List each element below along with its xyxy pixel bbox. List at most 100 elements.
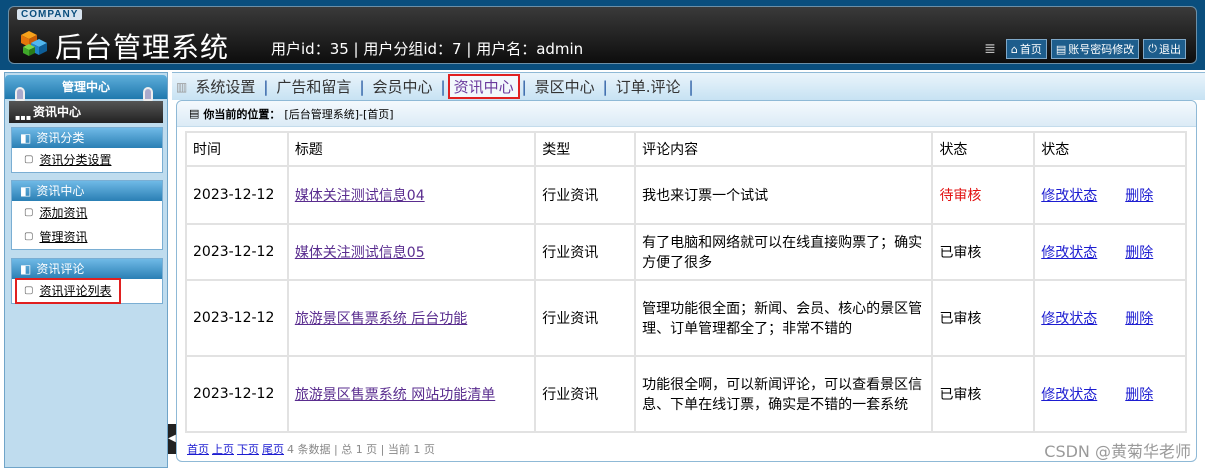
header-bar: COMPANY 后台管理系统 用户id：35 | 用户分组id：7 | 用户名：… bbox=[8, 6, 1197, 64]
edit-status-link[interactable]: 修改状态 bbox=[1041, 245, 1097, 261]
title-link[interactable]: 旅游景区售票系统 后台功能 bbox=[295, 311, 467, 327]
app-header: COMPANY 后台管理系统 用户id：35 | 用户分组id：7 | 用户名：… bbox=[0, 0, 1205, 70]
group-head[interactable]: ◧ 资讯分类 bbox=[12, 128, 162, 148]
grid-icon: ▪▪▪ bbox=[15, 113, 32, 122]
pager: 首页 上页 下页 尾页 4 条数据 | 总 1 页 | 当前 1 页 bbox=[187, 441, 435, 457]
breadcrumb: ▤ 你当前的位置： [后台管理系统]-[首页] bbox=[177, 101, 1196, 127]
tab-news-center[interactable]: 资讯中心 bbox=[447, 74, 520, 99]
cell-actions: 修改状态 删除 bbox=[1035, 281, 1185, 355]
edit-status-link[interactable]: 修改状态 bbox=[1041, 188, 1097, 204]
panel-icon: ◧ bbox=[20, 184, 32, 198]
tab-system-settings[interactable]: 系统设置 bbox=[187, 76, 263, 97]
doc-icon: ▢ bbox=[24, 154, 34, 165]
title-link[interactable]: 旅游景区售票系统 网站功能清单 bbox=[295, 387, 495, 403]
edit-status-link[interactable]: 修改状态 bbox=[1041, 387, 1097, 403]
pager-next[interactable]: 下页 bbox=[237, 441, 259, 457]
doc-icon: ▢ bbox=[24, 285, 34, 296]
nav-separator: | bbox=[440, 77, 446, 96]
doc-icon: ▢ bbox=[24, 231, 34, 242]
pager-last[interactable]: 尾页 bbox=[262, 441, 284, 457]
home-button[interactable]: ⌂ 首页 bbox=[1005, 39, 1047, 59]
delete-link[interactable]: 删除 bbox=[1125, 311, 1153, 327]
pager-first[interactable]: 首页 bbox=[187, 441, 209, 457]
logout-button[interactable]: ⏻ 退出 bbox=[1143, 39, 1186, 59]
table-row: 2023-12-12 旅游景区售票系统 后台功能 行业资讯 管理功能很全面；新闻… bbox=[187, 281, 1185, 355]
main-panel: ▤ 你当前的位置： [后台管理系统]-[首页] 时间 标题 类型 评论内容 状态… bbox=[176, 100, 1197, 462]
cell-time: 2023-12-12 bbox=[187, 357, 287, 431]
menu-icon[interactable]: ≣ bbox=[984, 41, 996, 57]
tab-members[interactable]: 会员中心 bbox=[365, 76, 441, 97]
sidebar-current-section[interactable]: ▪▪▪ 资讯中心 bbox=[9, 101, 163, 123]
cell-comment: 我也来订票一个试试 bbox=[636, 167, 932, 223]
pager-prev[interactable]: 上页 bbox=[212, 441, 234, 457]
sidebar-item-comment-list[interactable]: ▢ 资讯评论列表 bbox=[15, 278, 121, 304]
edit-status-link[interactable]: 修改状态 bbox=[1041, 311, 1097, 327]
tab-ads-messages[interactable]: 广告和留言 bbox=[268, 76, 359, 97]
cell-status: 待审核 bbox=[933, 167, 1034, 223]
panel-icon: ◧ bbox=[20, 262, 32, 276]
cell-comment: 功能很全啊，可以新闻评论，可以查看景区信息、下单在线订票，确实是不错的一套系统 bbox=[636, 357, 932, 431]
group-head[interactable]: ◧ 资讯评论 bbox=[12, 259, 162, 279]
watermark: CSDN @黄菊华老师 bbox=[1044, 442, 1191, 461]
delete-link[interactable]: 删除 bbox=[1125, 245, 1153, 261]
cell-time: 2023-12-12 bbox=[187, 281, 287, 355]
tab-scenic-center[interactable]: 景区中心 bbox=[527, 76, 603, 97]
cell-time: 2023-12-12 bbox=[187, 225, 287, 279]
pin-icon bbox=[143, 87, 153, 101]
header-comment: 评论内容 bbox=[636, 133, 932, 165]
title-link[interactable]: 媒体关注测试信息04 bbox=[295, 188, 425, 204]
cell-comment: 有了电脑和网络就可以在线直接购票了；确实方便了很多 bbox=[636, 225, 932, 279]
sidebar-item-category-settings[interactable]: ▢ 资讯分类设置 bbox=[12, 148, 162, 172]
nav-handle-icon: ▥ bbox=[176, 79, 188, 94]
cell-comment: 管理功能很全面；新闻、会员、核心的景区管理、订单管理都全了；非常不错的 bbox=[636, 281, 932, 355]
title-link[interactable]: 媒体关注测试信息05 bbox=[295, 245, 425, 261]
sidebar-group-comments: ◧ 资讯评论 ▢ 资讯评论列表 bbox=[11, 258, 163, 304]
cell-title: 媒体关注测试信息04 bbox=[288, 167, 535, 223]
sidebar-group-news: ◧ 资讯中心 ▢ 添加资讯 ▢ 管理资讯 bbox=[11, 180, 163, 250]
power-icon: ⏻ bbox=[1148, 42, 1157, 55]
nav-tabs: ▥ 系统设置 | 广告和留言 | 会员中心 | 资讯中心 | 景区中心 | 订单.评论 | bbox=[172, 72, 1205, 100]
pager-summary: 4 条数据 | 总 1 页 | 当前 1 页 bbox=[287, 443, 435, 456]
header-actions: 状态 bbox=[1035, 133, 1185, 165]
cell-actions: 修改状态 删除 bbox=[1035, 357, 1185, 431]
comment-table-wrap: 时间 标题 类型 评论内容 状态 状态 2023-12-12 媒体关注测试信息0… bbox=[185, 131, 1191, 433]
doc-icon: ▢ bbox=[24, 207, 34, 218]
cell-time: 2023-12-12 bbox=[187, 167, 287, 223]
cell-title: 旅游景区售票系统 后台功能 bbox=[288, 281, 535, 355]
comment-table: 时间 标题 类型 评论内容 状态 状态 2023-12-12 媒体关注测试信息0… bbox=[185, 131, 1187, 433]
cell-title: 旅游景区售票系统 网站功能清单 bbox=[288, 357, 535, 431]
tab-orders-comments[interactable]: 订单.评论 bbox=[608, 76, 689, 97]
collapse-arrow-icon[interactable]: ◀ bbox=[168, 424, 176, 454]
cube-logo-icon bbox=[21, 31, 47, 56]
delete-link[interactable]: 删除 bbox=[1125, 188, 1153, 204]
company-badge: COMPANY bbox=[17, 9, 83, 20]
sidebar-item-manage-news[interactable]: ▢ 管理资讯 bbox=[12, 225, 162, 249]
header-time: 时间 bbox=[187, 133, 287, 165]
home-icon: ⌂ bbox=[1010, 42, 1018, 56]
table-row: 2023-12-12 旅游景区售票系统 网站功能清单 行业资讯 功能很全啊，可以… bbox=[187, 357, 1185, 431]
header-title: 标题 bbox=[288, 133, 535, 165]
cell-actions: 修改状态 删除 bbox=[1035, 225, 1185, 279]
panel-icon: ◧ bbox=[20, 131, 32, 145]
cell-actions: 修改状态 删除 bbox=[1035, 167, 1185, 223]
cell-status: 已审核 bbox=[933, 225, 1034, 279]
table-row: 2023-12-12 媒体关注测试信息05 行业资讯 有了电脑和网络就可以在线直… bbox=[187, 225, 1185, 279]
table-row: 2023-12-12 媒体关注测试信息04 行业资讯 我也来订票一个试试 待审核… bbox=[187, 167, 1185, 223]
cell-type: 行业资讯 bbox=[536, 167, 635, 223]
cell-type: 行业资讯 bbox=[536, 281, 635, 355]
delete-link[interactable]: 删除 bbox=[1125, 387, 1153, 403]
header-status: 状态 bbox=[933, 133, 1034, 165]
sidebar: 管理中心 ▪▪▪ 资讯中心 ◧ 资讯分类 ▢ 资讯分类设置 ◧ 资讯中心 ▢ 添… bbox=[4, 72, 168, 468]
change-password-button[interactable]: ▤ 账号密码修改 bbox=[1050, 39, 1140, 59]
top-links: ≣ ⌂ 首页 ▤ 账号密码修改 ⏻ 退出 bbox=[984, 39, 1186, 59]
cell-status: 已审核 bbox=[933, 281, 1034, 355]
sidebar-group-category: ◧ 资讯分类 ▢ 资讯分类设置 bbox=[11, 127, 163, 173]
cell-type: 行业资讯 bbox=[536, 357, 635, 431]
group-head[interactable]: ◧ 资讯中心 bbox=[12, 181, 162, 201]
user-info: 用户id：35 | 用户分组id：7 | 用户名：admin bbox=[271, 40, 584, 58]
list-icon: ▤ bbox=[189, 107, 200, 120]
cell-status: 已审核 bbox=[933, 357, 1034, 431]
table-header-row: 时间 标题 类型 评论内容 状态 状态 bbox=[187, 133, 1185, 165]
app-title: 后台管理系统 bbox=[55, 31, 230, 64]
sidebar-item-add-news[interactable]: ▢ 添加资讯 bbox=[12, 201, 162, 225]
